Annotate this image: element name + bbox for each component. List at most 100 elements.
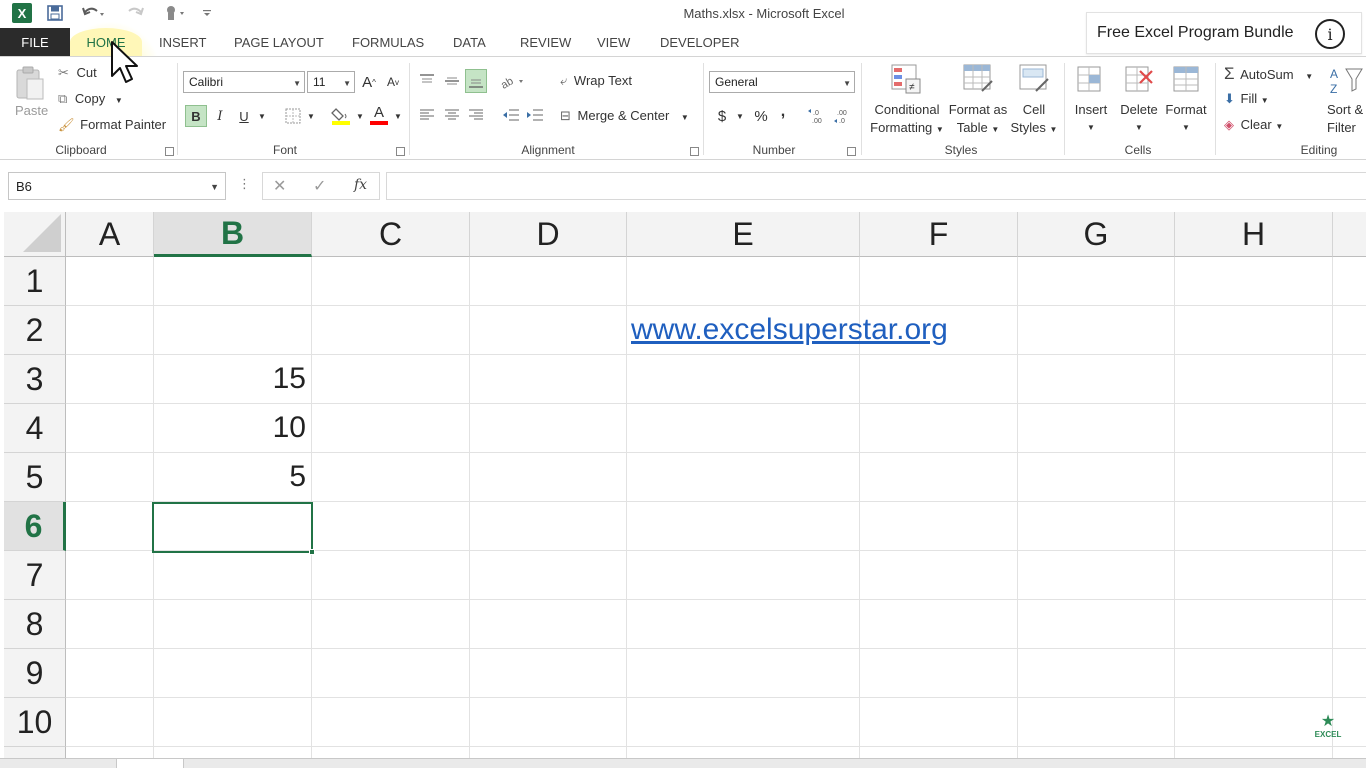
fill-color-dropdown-icon[interactable]: ▼ [354, 105, 366, 127]
sort-filter-button[interactable]: Sort & Filter [1320, 101, 1366, 137]
column-header-c[interactable]: C [312, 212, 470, 257]
format-painter-button[interactable]: 🖌 Format Painter [58, 117, 166, 133]
autosum-button[interactable]: Σ AutoSum ▼ [1224, 64, 1313, 84]
tab-data[interactable]: DATA [453, 28, 486, 56]
orientation-icon[interactable]: ab [498, 69, 528, 93]
clear-button[interactable]: ◈ Clear ▼ [1224, 117, 1283, 133]
column-header-g[interactable]: G [1018, 212, 1175, 257]
currency-button[interactable]: $ [712, 105, 732, 127]
insert-function-icon[interactable]: fx [354, 177, 367, 193]
copy-button[interactable]: ⧉ Copy ▼ [58, 91, 123, 107]
row-header-1[interactable]: 1 [4, 257, 66, 306]
merge-center-button[interactable]: ⊟ Merge & Center ▼ [560, 108, 689, 124]
column-header-h[interactable]: H [1175, 212, 1333, 257]
save-icon[interactable] [44, 3, 66, 23]
grow-font-button[interactable]: A ^ [360, 71, 378, 93]
row-header-9[interactable]: 9 [4, 649, 66, 698]
increase-decimal-icon[interactable]: .0.00 [806, 105, 830, 127]
column-header-d[interactable]: D [470, 212, 627, 257]
comma-button[interactable]: , [774, 101, 792, 123]
fill-color-icon[interactable] [330, 105, 352, 127]
cell-b4[interactable]: 10 [154, 411, 306, 445]
redo-icon[interactable] [120, 3, 150, 23]
row-header-7[interactable]: 7 [4, 551, 66, 600]
cell-e2-hyperlink[interactable]: www.excelsuperstar.org [631, 313, 948, 347]
increase-indent-icon[interactable] [524, 103, 546, 127]
bottom-align-icon[interactable] [465, 69, 487, 93]
conditional-formatting-button[interactable]: Conditional Formatting ▼ [868, 101, 946, 139]
fill-button[interactable]: ⬇ Fill ▼ [1224, 91, 1269, 107]
decrease-decimal-icon[interactable]: .00.0 [832, 105, 856, 127]
delete-cells-button[interactable]: Delete ▼ [1116, 101, 1162, 137]
tab-formulas[interactable]: FORMULAS [352, 28, 424, 56]
clipboard-launcher-icon[interactable] [165, 147, 174, 156]
row-header-10[interactable]: 10 [4, 698, 66, 747]
align-center-icon[interactable] [441, 103, 463, 127]
number-format-select[interactable]: General ▼ [709, 71, 855, 93]
column-header-f[interactable]: F [860, 212, 1018, 257]
active-cell-b6[interactable] [152, 502, 313, 553]
paste-icon[interactable] [14, 65, 46, 100]
italic-button[interactable]: I [210, 105, 230, 127]
top-align-icon[interactable] [416, 69, 438, 93]
bold-button[interactable]: B [185, 105, 207, 127]
underline-dropdown-icon[interactable]: ▼ [255, 105, 269, 127]
tab-view[interactable]: VIEW [597, 28, 630, 56]
currency-dropdown-icon[interactable]: ▼ [734, 105, 746, 127]
align-left-icon[interactable] [416, 103, 438, 127]
shrink-font-button[interactable]: Av [384, 71, 402, 93]
undo-icon[interactable] [78, 3, 108, 23]
decrease-indent-icon[interactable] [500, 103, 522, 127]
row-header-5[interactable]: 5 [4, 453, 66, 502]
tab-review[interactable]: REVIEW [520, 28, 571, 56]
cut-button[interactable]: ✂ Cut [58, 65, 97, 81]
excel-app-icon[interactable]: X [12, 3, 32, 23]
customize-quick-access-icon[interactable] [200, 3, 214, 23]
more-options-icon[interactable]: ⋮ [238, 176, 251, 192]
font-family-select[interactable]: Calibri ▼ [183, 71, 305, 93]
fill-handle[interactable] [309, 549, 315, 555]
format-as-table-button[interactable]: Format as Table ▼ [946, 101, 1010, 139]
column-header-b[interactable]: B [154, 212, 312, 257]
enter-icon[interactable]: ✓ [313, 176, 326, 196]
row-header-6[interactable]: 6 [4, 502, 66, 551]
chevron-down-icon[interactable]: ▼ [210, 182, 219, 192]
insert-cells-button[interactable]: Insert ▼ [1068, 101, 1114, 137]
select-all-button[interactable] [4, 212, 66, 257]
format-cells-button[interactable]: Format ▼ [1162, 101, 1210, 137]
font-launcher-icon[interactable] [396, 147, 405, 156]
row-header-8[interactable]: 8 [4, 600, 66, 649]
cancel-icon[interactable]: ✕ [273, 176, 286, 196]
middle-align-icon[interactable] [441, 69, 463, 93]
align-right-icon[interactable] [465, 103, 487, 127]
promo-banner[interactable]: Free Excel Program Bundle i [1086, 12, 1362, 54]
percent-button[interactable]: % [750, 105, 772, 127]
borders-dropdown-icon[interactable]: ▼ [305, 105, 317, 127]
tab-developer[interactable]: DEVELOPER [660, 28, 739, 56]
paste-button[interactable]: Paste [15, 103, 48, 118]
tab-page-layout[interactable]: PAGE LAYOUT [234, 28, 324, 56]
cell-styles-button[interactable]: Cell Styles ▼ [1010, 101, 1058, 139]
row-header-2[interactable]: 2 [4, 306, 66, 355]
font-size-select[interactable]: 11 ▼ [307, 71, 355, 93]
font-color-dropdown-icon[interactable]: ▼ [392, 105, 404, 127]
info-icon[interactable]: i [1315, 19, 1345, 49]
cell-b3[interactable]: 15 [154, 362, 306, 396]
sheet-tab[interactable] [116, 759, 184, 768]
alignment-launcher-icon[interactable] [690, 147, 699, 156]
touch-mode-icon[interactable] [160, 3, 190, 23]
tab-file[interactable]: FILE [0, 28, 70, 56]
borders-icon[interactable] [283, 105, 303, 127]
row-header-3[interactable]: 3 [4, 355, 66, 404]
name-box[interactable]: B6 ▼ [8, 172, 226, 200]
number-launcher-icon[interactable] [847, 147, 856, 156]
worksheet-grid[interactable]: A B C D E F G H 1 2 3 4 5 6 7 8 9 10 15 … [4, 212, 1366, 760]
wrap-text-button[interactable]: ⤶ Wrap Text [560, 73, 632, 89]
underline-button[interactable]: U [234, 105, 254, 127]
formula-input[interactable] [386, 172, 1366, 200]
tab-insert[interactable]: INSERT [159, 28, 206, 56]
cell-b5[interactable]: 5 [154, 460, 306, 494]
column-header-e[interactable]: E [627, 212, 860, 257]
row-header-4[interactable]: 4 [4, 404, 66, 453]
column-header-i[interactable] [1333, 212, 1366, 257]
